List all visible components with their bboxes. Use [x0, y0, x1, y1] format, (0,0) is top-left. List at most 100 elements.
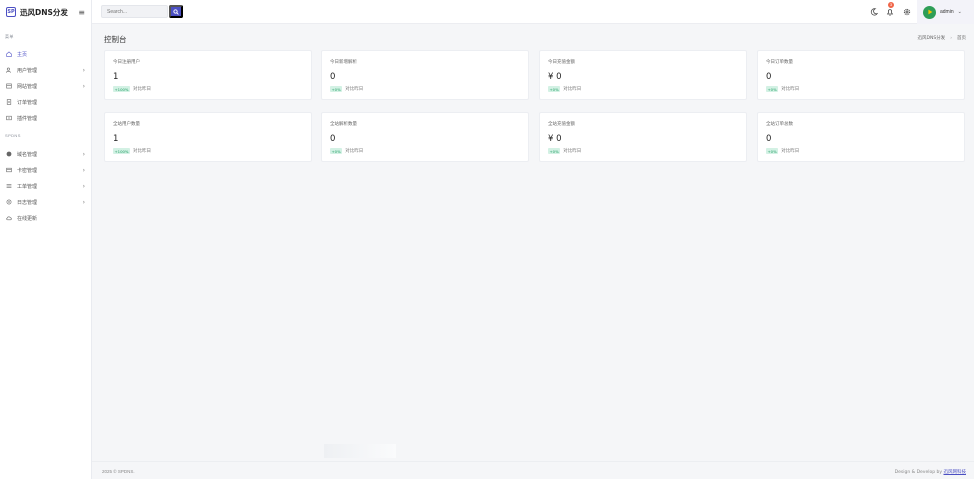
- search-input[interactable]: [101, 5, 168, 18]
- search-icon: [173, 8, 179, 15]
- sidebar-item-label: 网站管理: [17, 83, 38, 90]
- sidebar: SP 迅风DNS分发 ≡ 菜单 主页 用户管理 › 网站管理 › 订单管理 插件…: [0, 0, 92, 479]
- notifications-button[interactable]: [885, 7, 894, 16]
- stat-value: 0: [330, 72, 336, 82]
- chevron-right-icon: ›: [82, 182, 85, 190]
- plugin-icon: [6, 115, 12, 121]
- stat-change-badge: +0%: [548, 86, 561, 92]
- stat-value: 0: [766, 134, 772, 144]
- design-credit: Design & Develop by 迅风网科技: [895, 469, 966, 475]
- chevron-right-icon: ›: [82, 66, 85, 74]
- card-icon: [6, 167, 12, 173]
- stat-change-badge: +0%: [548, 148, 561, 154]
- stat-compare-label: 对比昨日: [133, 149, 152, 154]
- sidebar-item-label: 卡密管理: [17, 167, 38, 174]
- breadcrumb: 迅风DNS分发 › 首页: [918, 35, 967, 41]
- home-icon: [6, 51, 12, 57]
- footer: 2025 © SPDNS. Design & Develop by 迅风网科技: [92, 461, 974, 479]
- sidebar-item-orders[interactable]: 订单管理: [0, 94, 91, 110]
- topbar: 3 admin ⌄: [92, 0, 974, 24]
- sidebar-item-plugins[interactable]: 插件管理: [0, 110, 91, 126]
- chevron-right-icon: ›: [82, 150, 85, 158]
- chevron-right-icon: ›: [82, 82, 85, 90]
- stat-label: 今日充值金额: [548, 60, 575, 65]
- stat-card: 全站用户数量 1 +100% 对比昨日: [104, 112, 312, 162]
- stat-value: 0: [766, 72, 772, 82]
- logo-mark: SP: [6, 7, 16, 17]
- notification-badge: 3: [888, 2, 894, 8]
- breadcrumb-current: 首页: [957, 36, 966, 41]
- bell-icon: [886, 8, 893, 16]
- stat-label: 全站订单总数: [766, 122, 793, 127]
- stat-value: ¥ 0: [548, 134, 562, 144]
- play-icon: [927, 9, 932, 15]
- user-menu[interactable]: admin ⌄: [917, 0, 974, 24]
- stat-value: 1: [113, 134, 119, 144]
- stat-compare-label: 对比昨日: [345, 87, 364, 92]
- chevron-right-icon: ›: [82, 166, 85, 174]
- stat-card: 全站充值金额 ¥ 0 +0% 对比昨日: [539, 112, 747, 162]
- users-icon: [6, 67, 12, 73]
- copyright: 2025 © SPDNS.: [102, 469, 135, 474]
- domain-icon: [6, 151, 12, 157]
- sidebar-item-logs[interactable]: 日志管理 ›: [0, 194, 91, 210]
- settings-button[interactable]: [902, 7, 911, 16]
- sidebar-item-label: 主页: [17, 51, 28, 58]
- stat-value: ¥ 0: [548, 72, 562, 82]
- sidebar-item-domains[interactable]: 域名管理 ›: [0, 146, 91, 162]
- sidebar-section-title: 菜单: [5, 34, 14, 39]
- cloud-icon: [6, 215, 12, 221]
- stat-card: 今日订单数量 0 +0% 对比昨日: [757, 50, 965, 100]
- search-button[interactable]: [169, 5, 183, 18]
- sidebar-item-label: 用户管理: [17, 67, 38, 74]
- stat-compare-label: 对比昨日: [345, 149, 364, 154]
- sidebar-item-websites[interactable]: 网站管理 ›: [0, 78, 91, 94]
- stat-compare-label: 对比昨日: [781, 87, 800, 92]
- stat-label: 全站用户数量: [113, 122, 140, 127]
- loading-placeholder: [324, 444, 396, 458]
- stat-change-badge: +0%: [330, 148, 343, 154]
- sidebar-item-label: 订单管理: [17, 99, 38, 106]
- chevron-down-icon: ⌄: [957, 9, 962, 15]
- sidebar-section-title: SPDNS: [5, 133, 21, 138]
- stat-change-badge: +100%: [113, 86, 131, 92]
- stat-value: 0: [330, 134, 336, 144]
- sidebar-item-users[interactable]: 用户管理 ›: [0, 62, 91, 78]
- sidebar-item-label: 工单管理: [17, 183, 38, 190]
- sidebar-item-label: 插件管理: [17, 115, 38, 122]
- page-title: 控制台: [104, 35, 127, 44]
- brand-name: 迅风DNS分发: [20, 7, 68, 17]
- log-icon: [6, 199, 12, 205]
- website-icon: [6, 83, 12, 89]
- chevron-right-icon: ›: [82, 198, 85, 206]
- ticket-icon: [6, 183, 12, 189]
- stat-compare-label: 对比昨日: [563, 87, 582, 92]
- sidebar-item-home[interactable]: 主页: [0, 46, 91, 62]
- stat-change-badge: +0%: [766, 86, 779, 92]
- design-credit-text: Design & Develop by: [894, 470, 943, 475]
- username: admin: [940, 9, 954, 15]
- stat-compare-label: 对比昨日: [563, 149, 582, 154]
- stat-change-badge: +0%: [766, 148, 779, 154]
- breadcrumb-separator: ›: [950, 36, 952, 41]
- sidebar-item-label: 在线更新: [17, 215, 38, 222]
- stat-label: 全站解析数量: [330, 122, 357, 127]
- stat-card: 今日注册用户 1 +100% 对比昨日: [104, 50, 312, 100]
- dark-mode-toggle[interactable]: [869, 7, 878, 16]
- stat-change-badge: +100%: [113, 148, 131, 154]
- breadcrumb-link[interactable]: 迅风DNS分发: [918, 36, 946, 41]
- design-credit-link[interactable]: 迅风网科技: [944, 470, 967, 475]
- stat-value: 1: [113, 72, 119, 82]
- stat-label: 今日新增解析: [330, 60, 357, 65]
- stat-label: 全站充值金额: [548, 122, 575, 127]
- order-icon: [6, 99, 12, 105]
- sidebar-item-tickets[interactable]: 工单管理 ›: [0, 178, 91, 194]
- stat-compare-label: 对比昨日: [781, 149, 800, 154]
- moon-icon: [870, 7, 878, 15]
- stat-compare-label: 对比昨日: [133, 87, 152, 92]
- sidebar-item-update[interactable]: 在线更新: [0, 210, 91, 226]
- sidebar-item-cards[interactable]: 卡密管理 ›: [0, 162, 91, 178]
- avatar: [923, 5, 936, 19]
- logo[interactable]: SP 迅风DNS分发 ≡: [0, 0, 91, 24]
- hamburger-menu-icon[interactable]: ≡: [78, 8, 85, 17]
